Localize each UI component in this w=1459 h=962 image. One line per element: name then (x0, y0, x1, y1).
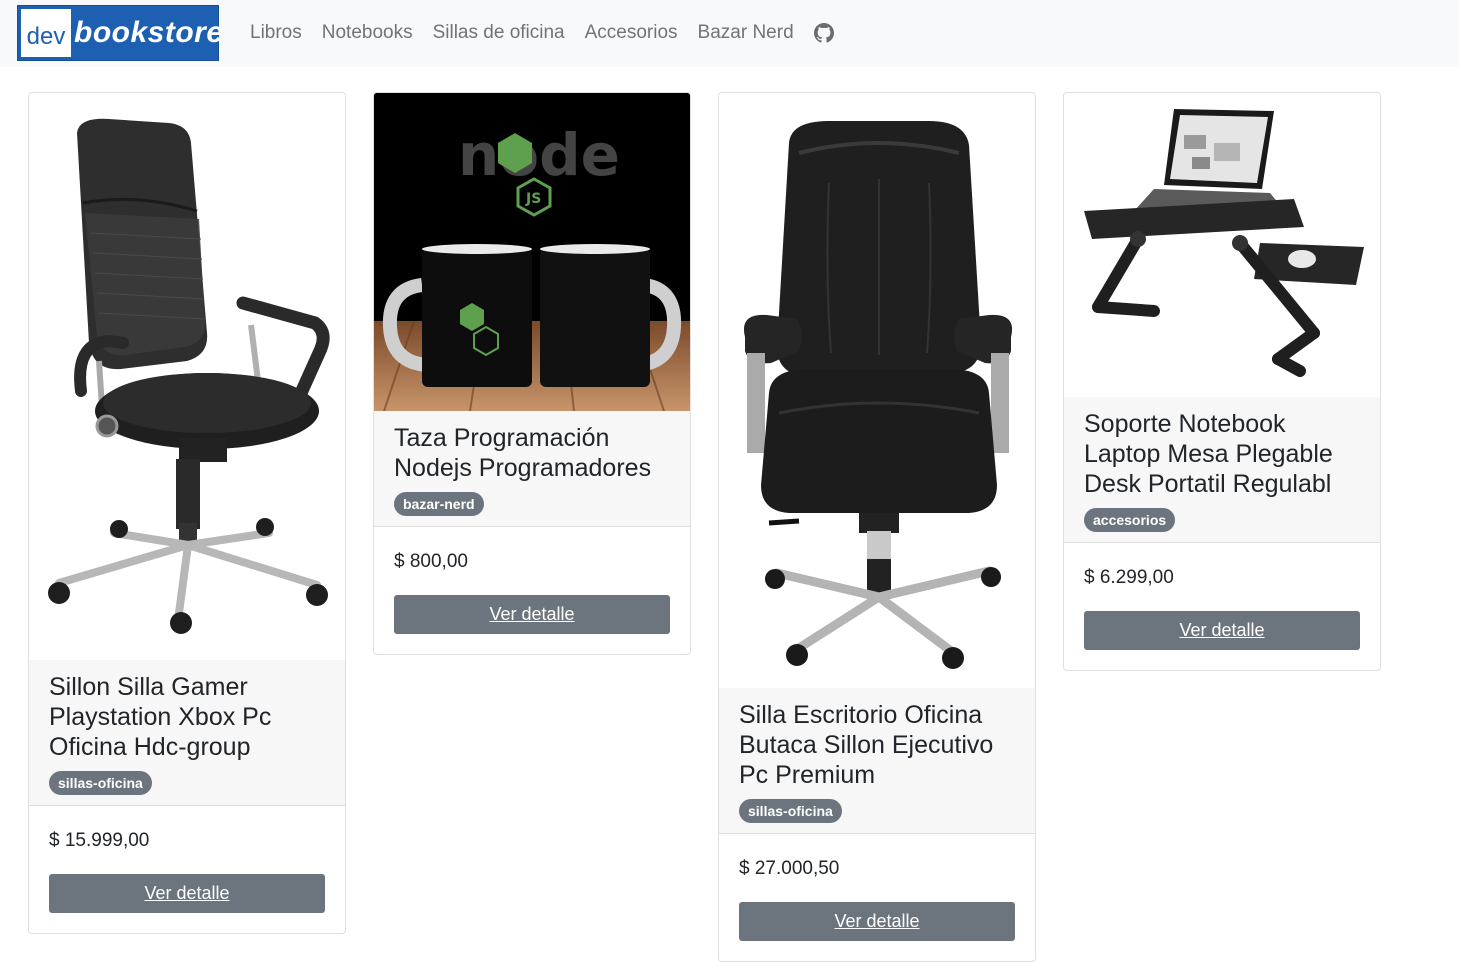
nodejs-mugs-image: node JS (374, 93, 690, 411)
nav-link-bazar-nerd[interactable]: Bazar Nerd (688, 20, 804, 46)
card-body: $ 15.999,00 Ver detalle (29, 806, 345, 933)
product-title: Silla Escritorio Oficina Butaca Sillon E… (739, 701, 994, 789)
category-badge: bazar-nerd (394, 492, 484, 516)
brand-name: bookstore (74, 16, 224, 49)
mesh-office-chair-image (29, 93, 345, 660)
product-card: Silla Escritorio Oficina Butaca Sillon E… (718, 92, 1036, 962)
nav-link-accesorios[interactable]: Accesorios (575, 20, 688, 46)
product-title: Taza Programación Nodejs Programadores (394, 424, 652, 482)
category-badge: sillas-oficina (49, 771, 152, 795)
card-header: Silla Escritorio Oficina Butaca Sillon E… (719, 688, 1035, 834)
product-title: Soporte Notebook Laptop Mesa Plegable De… (1084, 410, 1333, 498)
card-body: $ 6.299,00 Ver detalle (1064, 543, 1380, 670)
card-header: Taza Programación Nodejs Programadores b… (374, 411, 690, 527)
product-card: node JS Taza Programación Nodejs Program… (373, 92, 691, 655)
github-icon[interactable] (813, 23, 834, 43)
nav-link-sillas-de-oficina[interactable]: Sillas de oficina (423, 20, 575, 46)
product-title: Sillon Silla Gamer Playstation Xbox Pc O… (49, 673, 272, 761)
product-card: Soporte Notebook Laptop Mesa Plegable De… (1063, 92, 1381, 671)
brand-logo[interactable]: dev bookstore (17, 5, 223, 61)
navbar: dev bookstore Libros Notebooks Sillas de… (0, 0, 1459, 67)
card-header: Soporte Notebook Laptop Mesa Plegable De… (1064, 397, 1380, 543)
leather-executive-chair-image (719, 93, 1035, 688)
nav-links: Libros Notebooks Sillas de oficina Acces… (240, 20, 834, 46)
product-card: Sillon Silla Gamer Playstation Xbox Pc O… (28, 92, 346, 934)
product-price: $ 6.299,00 (1084, 567, 1174, 588)
ver-detalle-button[interactable]: Ver detalle (49, 874, 325, 913)
category-badge: sillas-oficina (739, 799, 842, 823)
category-badge: accesorios (1084, 508, 1176, 532)
nav-link-notebooks[interactable]: Notebooks (312, 20, 423, 46)
brand-prefix: dev (21, 9, 71, 57)
ver-detalle-button[interactable]: Ver detalle (1084, 611, 1360, 650)
card-body: $ 27.000,50 Ver detalle (719, 834, 1035, 961)
svg-text:JS: JS (525, 191, 541, 207)
ver-detalle-button[interactable]: Ver detalle (739, 902, 1015, 941)
nav-link-libros[interactable]: Libros (240, 20, 312, 46)
node-logo-text: node (458, 121, 620, 189)
product-price: $ 800,00 (394, 551, 468, 572)
ver-detalle-button[interactable]: Ver detalle (394, 595, 670, 634)
card-body: $ 800,00 Ver detalle (374, 527, 690, 654)
product-price: $ 27.000,50 (739, 858, 840, 879)
card-header: Sillon Silla Gamer Playstation Xbox Pc O… (29, 660, 345, 806)
laptop-desk-stand-image (1064, 93, 1380, 397)
product-price: $ 15.999,00 (49, 830, 150, 851)
